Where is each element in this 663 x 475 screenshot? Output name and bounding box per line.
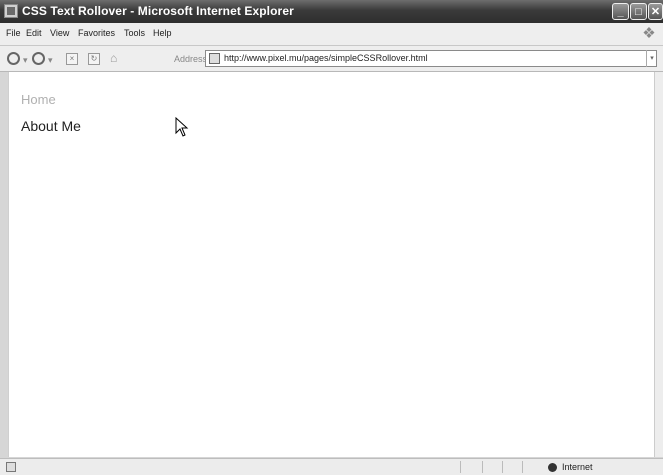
internet-zone-icon	[548, 463, 557, 472]
close-button[interactable]: ✕	[648, 3, 663, 20]
status-page-icon	[6, 462, 16, 472]
mouse-pointer-icon	[175, 117, 189, 137]
address-url[interactable]: http://www.pixel.mu/pages/simpleCSSRollo…	[224, 53, 428, 63]
vertical-scrollbar[interactable]	[654, 72, 663, 457]
back-icon[interactable]	[7, 52, 20, 65]
status-bar: Internet	[0, 458, 663, 475]
forward-dropdown-icon[interactable]: ▾	[48, 53, 53, 67]
stop-icon[interactable]: ×	[66, 53, 78, 65]
title-bar[interactable]: CSS Text Rollover - Microsoft Internet E…	[0, 0, 663, 23]
status-divider	[460, 461, 461, 473]
status-divider	[502, 461, 503, 473]
about-me-link[interactable]: About Me	[21, 118, 81, 134]
menu-file[interactable]: File	[6, 28, 21, 38]
menu-edit[interactable]: Edit	[26, 28, 42, 38]
refresh-icon[interactable]: ↻	[88, 53, 100, 65]
address-label: Address	[174, 54, 208, 64]
home-link[interactable]: Home	[21, 92, 56, 107]
menu-help[interactable]: Help	[153, 28, 172, 38]
window-title: CSS Text Rollover - Microsoft Internet E…	[22, 4, 294, 18]
back-dropdown-icon[interactable]: ▾	[23, 53, 28, 67]
security-zone-label: Internet	[562, 462, 593, 472]
ie-page-icon	[4, 4, 18, 18]
status-divider	[522, 461, 523, 473]
menu-favorites[interactable]: Favorites	[78, 28, 115, 38]
home-icon[interactable]: ⌂	[110, 51, 117, 65]
page-content: Home About Me	[8, 72, 655, 457]
maximize-button[interactable]: □	[630, 3, 647, 20]
browser-window: CSS Text Rollover - Microsoft Internet E…	[0, 0, 663, 475]
address-field[interactable]: http://www.pixel.mu/pages/simpleCSSRollo…	[205, 50, 657, 67]
minimize-button[interactable]: _	[612, 3, 629, 20]
menu-bar: File Edit View Favorites Tools Help ❖	[0, 23, 663, 46]
forward-icon[interactable]	[32, 52, 45, 65]
page-icon	[209, 53, 220, 64]
address-dropdown-icon[interactable]: ▾	[646, 50, 657, 67]
status-divider	[482, 461, 483, 473]
toolbar: ▾ ▾ × ↻ ⌂ Address http://www.pixel.mu/pa…	[0, 46, 663, 72]
menu-view[interactable]: View	[50, 28, 69, 38]
windows-logo-icon: ❖	[642, 25, 656, 42]
menu-tools[interactable]: Tools	[124, 28, 145, 38]
